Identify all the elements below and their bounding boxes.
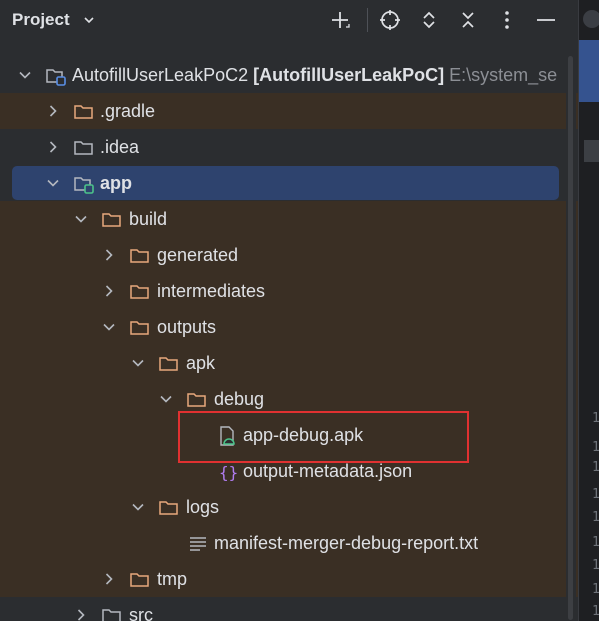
- folder-icon: [129, 569, 149, 589]
- chevron-down-icon[interactable]: [17, 67, 33, 83]
- line-number: 1: [592, 582, 599, 597]
- chevron-right-icon[interactable]: [101, 247, 117, 263]
- collapse-all-icon[interactable]: [454, 6, 482, 34]
- toolbar-divider: [367, 8, 368, 32]
- folder-icon: [158, 353, 178, 373]
- folder-icon: [129, 281, 149, 301]
- tree-row-apk[interactable]: apk: [0, 345, 578, 381]
- project-module-icon: [45, 65, 66, 86]
- tree-row-logs[interactable]: logs: [0, 489, 578, 525]
- tree-row-src[interactable]: src: [0, 597, 578, 621]
- tree-item-label: manifest-merger-debug-report.txt: [214, 533, 479, 553]
- minimize-icon[interactable]: [532, 6, 560, 34]
- editor-tab-selected[interactable]: [579, 40, 599, 102]
- tree-item-label: .gradle: [100, 101, 156, 121]
- chevron-right-icon[interactable]: [101, 283, 117, 299]
- chevron-right-icon[interactable]: [45, 103, 61, 119]
- line-number: 1: [592, 558, 599, 573]
- project-tree: AutofillUserLeakPoC2 [AutofillUserLeakPo…: [0, 57, 578, 621]
- line-number: 1: [592, 535, 599, 550]
- tree-item-label: build: [129, 209, 168, 229]
- tree-item-label: outputs: [157, 317, 217, 337]
- svg-text:{}: {}: [219, 463, 238, 482]
- tree-item-label: logs: [186, 497, 220, 517]
- tree-item-label: tmp: [157, 569, 188, 589]
- tree-row-generated[interactable]: generated: [0, 237, 578, 273]
- text-file-icon: [187, 533, 207, 553]
- editor-gutter-marker: [584, 140, 599, 162]
- tree-row-build[interactable]: build: [0, 201, 578, 237]
- json-file-icon: {}: [216, 461, 238, 482]
- tree-item-label: intermediates: [157, 281, 266, 301]
- line-number: 1: [592, 487, 599, 502]
- more-icon[interactable]: [493, 6, 521, 34]
- tree-item-label: .idea: [100, 137, 140, 157]
- locate-icon[interactable]: [376, 6, 404, 34]
- expand-all-icon[interactable]: [415, 6, 443, 34]
- annotation-highlight-box: [178, 411, 469, 463]
- editor-tab-icon[interactable]: [583, 10, 599, 28]
- folder-icon: [158, 497, 178, 517]
- root-project-name: AutofillUserLeakPoC2: [72, 65, 249, 85]
- chevron-down-icon[interactable]: [101, 319, 117, 335]
- folder-icon: [186, 389, 206, 409]
- tree-row-manifest-report[interactable]: manifest-merger-debug-report.txt: [0, 525, 578, 561]
- tree-row-root[interactable]: AutofillUserLeakPoC2 [AutofillUserLeakPo…: [0, 57, 578, 93]
- folder-icon: [129, 317, 149, 337]
- line-number: 1: [592, 460, 599, 475]
- tree-item-label: apk: [186, 353, 216, 373]
- chevron-down-icon[interactable]: [130, 499, 146, 515]
- chevron-down-icon[interactable]: [158, 391, 174, 407]
- line-number: 1: [592, 604, 599, 619]
- root-module-name: [AutofillUserLeakPoC]: [253, 65, 445, 85]
- root-label-group: AutofillUserLeakPoC2 [AutofillUserLeakPo…: [72, 65, 557, 86]
- chevron-right-icon[interactable]: [101, 571, 117, 587]
- tree-row-outputs[interactable]: outputs: [0, 309, 578, 345]
- tree-scrollbar-thumb[interactable]: [568, 56, 573, 620]
- tree-row-intermediates[interactable]: intermediates: [0, 273, 578, 309]
- line-number: 1: [592, 510, 599, 525]
- project-panel: Project AutofillUserLeakPoC2 [AutofillUs…: [0, 0, 578, 621]
- add-icon[interactable]: [326, 6, 354, 34]
- tree-item-label: generated: [157, 245, 239, 265]
- chevron-right-icon[interactable]: [73, 607, 89, 621]
- tree-item-label: app: [100, 173, 133, 193]
- folder-icon: [73, 137, 93, 157]
- folder-icon: [129, 245, 149, 265]
- tree-row-gradle[interactable]: .gradle: [0, 93, 578, 129]
- panel-title[interactable]: Project: [12, 10, 70, 30]
- folder-icon: [73, 101, 93, 121]
- editor-area-edge: 1 1 1 1 1 1 1 1 1: [578, 0, 599, 621]
- line-number: 1: [592, 411, 599, 426]
- module-folder-icon: [73, 173, 94, 194]
- root-path: E:\system_se: [449, 65, 558, 85]
- chevron-down-icon[interactable]: [130, 355, 146, 371]
- project-toolbar: Project: [0, 0, 578, 40]
- folder-icon: [101, 209, 121, 229]
- line-number: 1: [592, 440, 599, 455]
- tree-item-label: output-metadata.json: [243, 461, 413, 481]
- tree-row-idea[interactable]: .idea: [0, 129, 578, 165]
- tree-item-label: debug: [214, 389, 265, 409]
- chevron-right-icon[interactable]: [45, 139, 61, 155]
- tree-row-app[interactable]: app: [0, 165, 578, 201]
- tree-item-label: src: [129, 605, 153, 621]
- chevron-down-icon[interactable]: [82, 10, 96, 35]
- chevron-down-icon[interactable]: [45, 175, 61, 191]
- chevron-down-icon[interactable]: [73, 211, 89, 227]
- tree-row-tmp[interactable]: tmp: [0, 561, 578, 597]
- folder-icon: [101, 605, 121, 621]
